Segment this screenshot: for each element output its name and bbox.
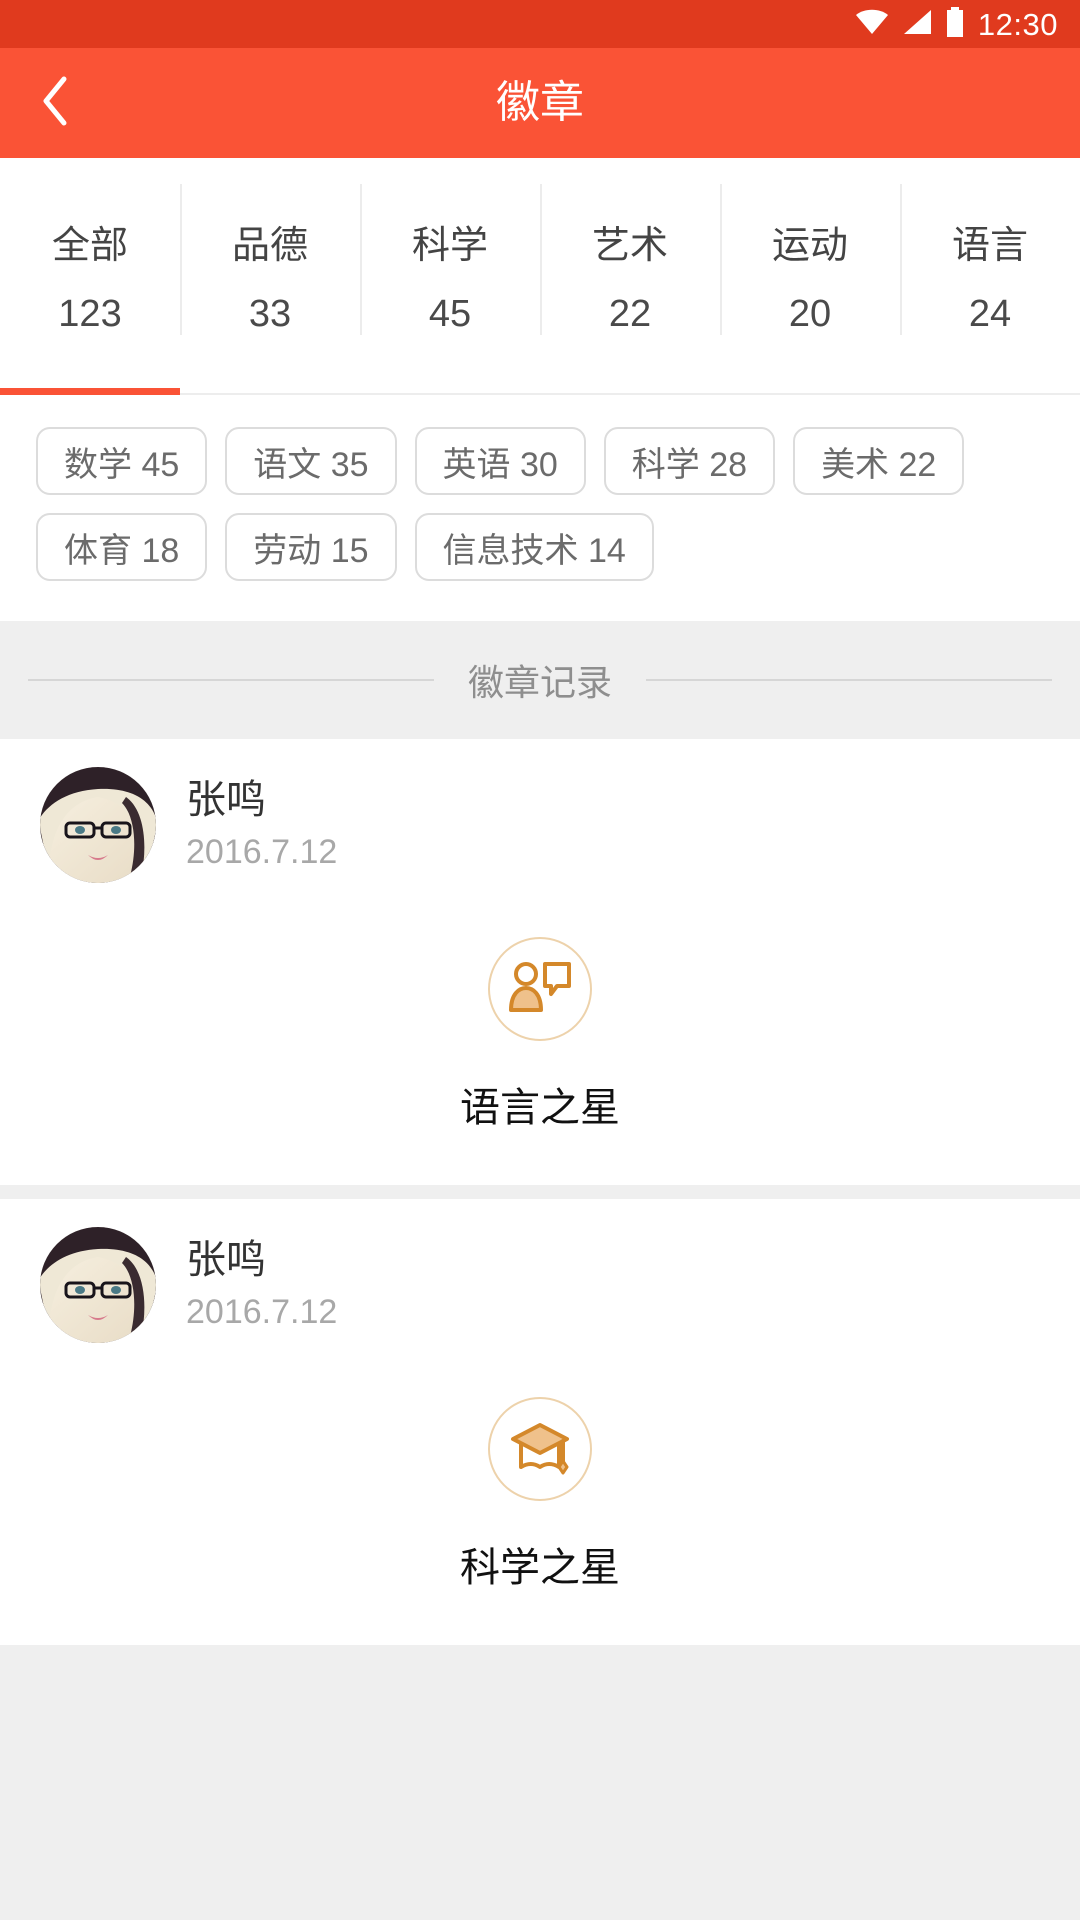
tab-label: 全部 [51,224,128,267]
chip-science[interactable]: 科学 28 [603,427,776,495]
avatar[interactable] [40,1227,156,1343]
badge-name: 科学之星 [460,1546,620,1590]
tab-language[interactable]: 语言 24 [900,158,1080,393]
record-separator [0,1185,1080,1199]
tab-label: 艺术 [591,224,668,267]
subject-filter-chips: 数学 45 语文 35 英语 30 科学 28 美术 22 体育 18 劳动 1… [0,395,1080,621]
chip-labor[interactable]: 劳动 15 [225,513,397,581]
record-card[interactable]: 张鸣 2016.7.12 科学之星 [0,1199,1080,1645]
tab-art[interactable]: 艺术 22 [540,158,720,393]
divider-left [28,679,434,681]
tab-count: 22 [608,292,652,335]
record-meta: 张鸣 2016.7.12 [186,778,337,871]
chip-information-technology[interactable]: 信息技术 14 [414,513,654,581]
badge-block: 科学之星 [0,1397,1080,1593]
status-bar: 12:30 [0,0,1080,48]
category-tab-bar: 全部 123 品德 33 科学 45 艺术 22 运动 20 语言 24 [0,158,1080,395]
chip-fine-art[interactable]: 美术 22 [793,427,965,495]
record-header: 张鸣 2016.7.12 [0,1227,1080,1343]
avatar[interactable] [40,767,156,883]
chip-chinese[interactable]: 语文 35 [225,427,397,495]
active-tab-indicator [0,388,180,395]
user-photo-avatar [40,1227,156,1343]
tab-label: 语言 [951,224,1028,267]
divider-right [646,679,1053,681]
battery-icon [945,6,965,42]
tab-science[interactable]: 科学 45 [360,158,540,393]
graduation-cap-icon [509,1419,571,1480]
tab-count: 24 [968,292,1012,335]
page-title: 徽章 [496,78,584,127]
user-photo-avatar [40,767,156,883]
tab-label: 运动 [771,224,848,267]
wifi-icon [855,9,889,40]
record-date: 2016.7.12 [186,1293,338,1332]
record-student-name: 张鸣 [186,778,266,823]
status-bar-clock: 12:30 [977,6,1058,42]
record-header: 张鸣 2016.7.12 [0,767,1080,883]
tab-count: 33 [248,292,292,335]
phone-screen: 12:30 徽章 全部 123 品德 33 科学 45 艺术 22 运动 20 … [0,0,1080,1920]
tab-count: 20 [788,292,832,335]
section-title: 徽章记录 [468,662,613,703]
record-student-name: 张鸣 [186,1238,266,1283]
tab-label: 科学 [411,224,488,267]
chip-physical-education[interactable]: 体育 18 [36,513,208,581]
record-date: 2016.7.12 [186,833,338,872]
app-bar: 徽章 [0,48,1080,158]
badge-name: 语言之星 [460,1086,620,1130]
badge-records-section-header: 徽章记录 [0,621,1080,739]
signal-icon [902,9,932,40]
badge-icon-frame[interactable] [488,937,592,1041]
record-meta: 张鸣 2016.7.12 [186,1238,337,1331]
badge-icon-frame[interactable] [488,1397,592,1501]
tab-label: 品德 [231,224,308,267]
person-speech-bubble-icon [507,960,573,1019]
badge-block: 语言之星 [0,937,1080,1133]
tab-all[interactable]: 全部 123 [0,158,180,395]
tab-count: 45 [428,292,472,335]
tab-morality[interactable]: 品德 33 [180,158,360,393]
record-card[interactable]: 张鸣 2016.7.12 语言之星 [0,739,1080,1185]
tab-sports[interactable]: 运动 20 [720,158,900,393]
page-footer-space [0,1645,1080,1885]
tab-count: 123 [58,292,122,335]
chip-math[interactable]: 数学 45 [36,427,208,495]
chip-english[interactable]: 英语 30 [414,427,586,495]
